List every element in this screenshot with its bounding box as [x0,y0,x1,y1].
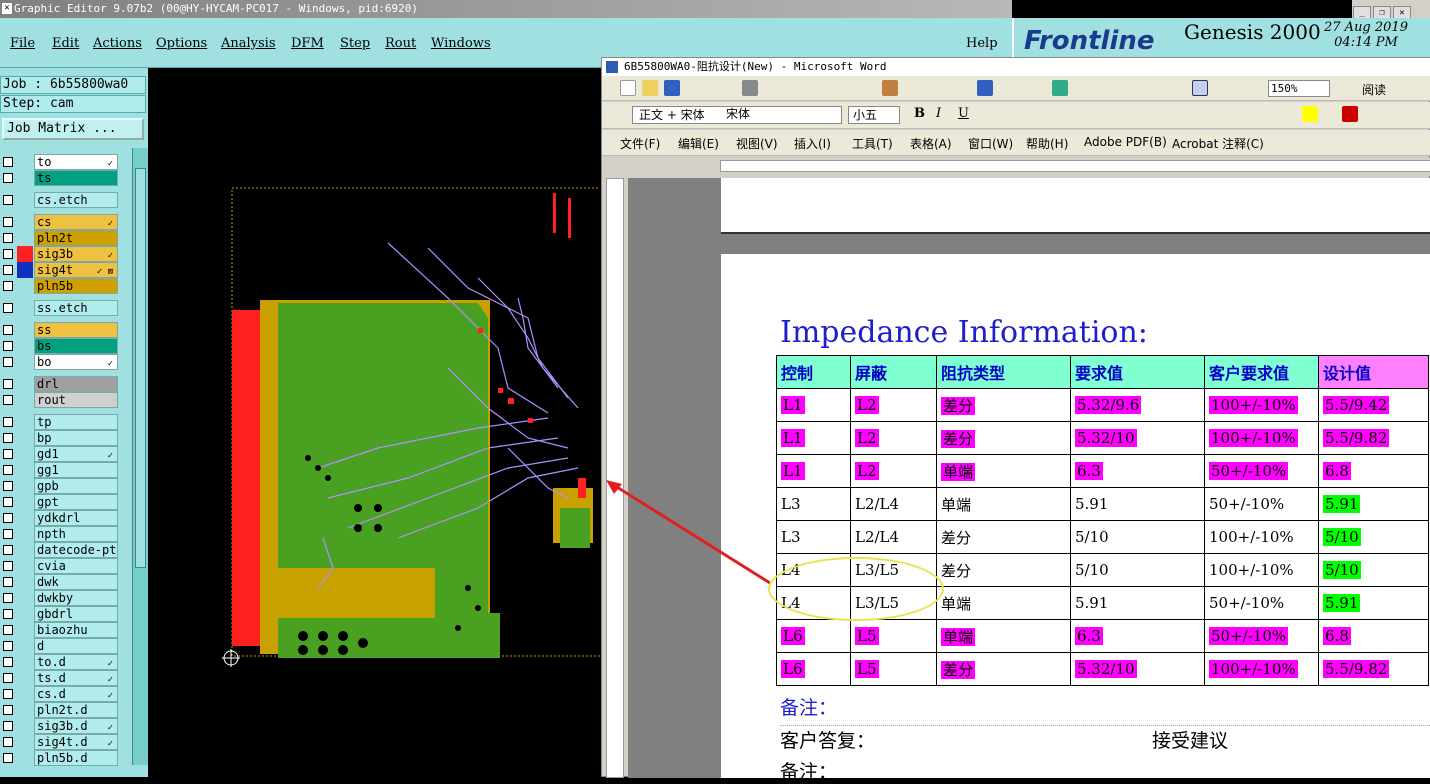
annotation-overlay [606,480,771,585]
red-arrow-head [606,480,622,494]
yellow-highlight-ellipse [768,557,944,621]
red-arrow-line [611,482,771,585]
